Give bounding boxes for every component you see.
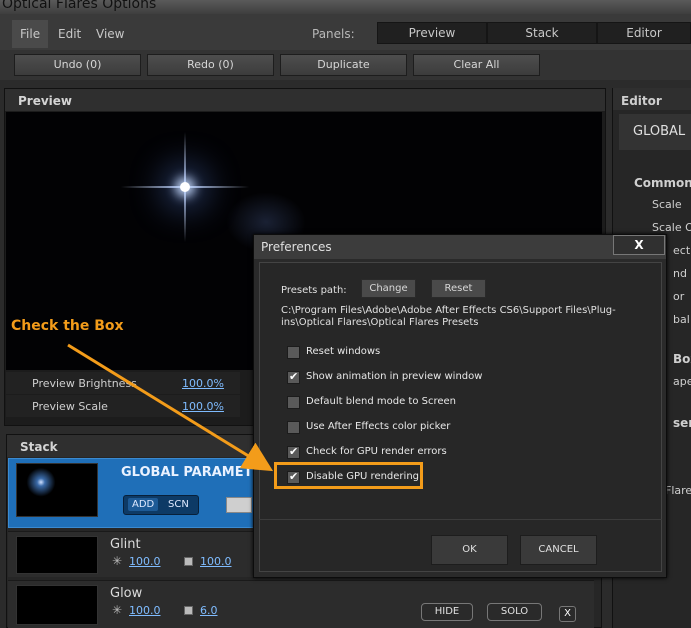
annotation-text: Check the Box [11,318,124,334]
annotation-arrow [67,343,274,472]
arrow-line [67,343,274,472]
